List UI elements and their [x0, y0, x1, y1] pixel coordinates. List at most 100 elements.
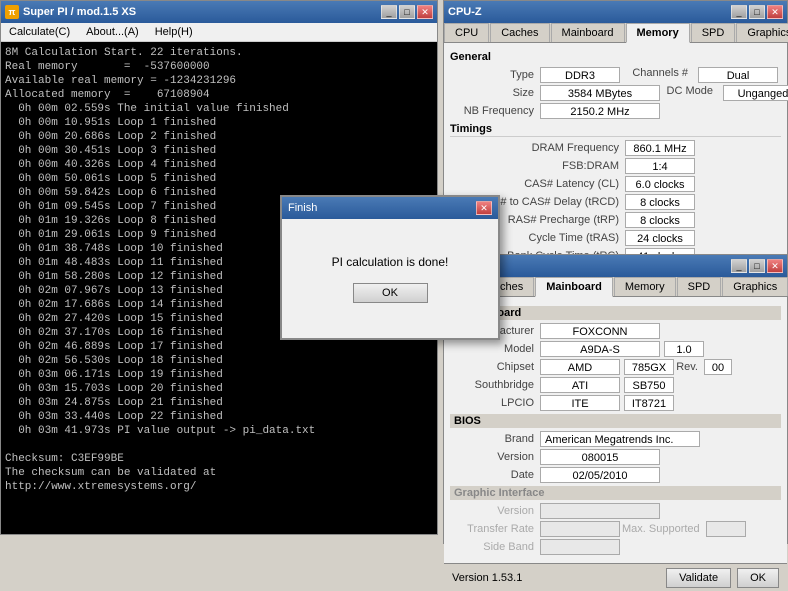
fsb-dram-value: 1:4: [625, 158, 695, 174]
superpi-menubar: Calculate(C) About...(A) Help(H): [1, 23, 437, 42]
minimize-button[interactable]: _: [381, 5, 397, 19]
gi-transfer-value: [540, 521, 620, 537]
cpuz-statusbar: Version 1.53.1 Validate OK: [444, 563, 787, 591]
cycle-time-value: 24 clocks: [625, 230, 695, 246]
gi-transfer-label: Transfer Rate: [450, 523, 540, 535]
gi-version-label: Version: [450, 505, 540, 517]
cpuz-top-titlebar: CPU-Z _ □ ✕: [444, 1, 787, 23]
dram-freq-label: DRAM Frequency: [450, 142, 625, 154]
superpi-controls: _ □ ✕: [381, 5, 433, 19]
tab-cpu[interactable]: CPU: [444, 23, 489, 42]
size-row: Size 3584 MBytes DC Mode Unganged: [450, 85, 781, 101]
type-row: Type DDR3 Channels # Dual: [450, 67, 781, 83]
validate-button[interactable]: Validate: [666, 568, 731, 588]
tab-memory[interactable]: Memory: [626, 23, 690, 43]
gi-sideband-label: Side Band: [450, 541, 540, 553]
gi-max-value: [706, 521, 746, 537]
gi-header: Graphic Interface: [450, 486, 781, 500]
tab-spd[interactable]: SPD: [691, 23, 736, 42]
dialog-close[interactable]: ✕: [476, 201, 492, 215]
size-label: Size: [450, 87, 540, 99]
maximize-button[interactable]: □: [399, 5, 415, 19]
bios-version-label: Version: [450, 451, 540, 463]
timings-header: Timings: [450, 123, 781, 137]
gi-max-label: Max. Supported: [622, 523, 706, 535]
mfr-value: FOXCONN: [540, 323, 660, 339]
bios-date-value: 02/05/2010: [540, 467, 660, 483]
bot-tab-memory[interactable]: Memory: [614, 277, 676, 296]
nb-freq-value: 2150.2 MHz: [540, 103, 660, 119]
gi-version-row: Version: [450, 503, 781, 519]
dram-freq-row: DRAM Frequency 860.1 MHz: [450, 140, 781, 156]
bios-header: BIOS: [450, 414, 781, 428]
gi-version-value: [540, 503, 660, 519]
bios-version-value: 080015: [540, 449, 660, 465]
brand-row: Brand American Megatrends Inc.: [450, 431, 781, 447]
type-value: DDR3: [540, 67, 620, 83]
bot-tab-graphics[interactable]: Graphics: [722, 277, 788, 296]
dialog-titlebar: Finish ✕: [282, 197, 498, 219]
tab-caches[interactable]: Caches: [490, 23, 549, 42]
chipset-v2: 785GX: [624, 359, 674, 375]
cpuz-bot-minimize[interactable]: _: [731, 259, 747, 273]
dialog-ok-button[interactable]: OK: [353, 283, 428, 303]
bios-date-label: Date: [450, 469, 540, 481]
lpcio-v2: IT8721: [624, 395, 674, 411]
superpi-title: Super PI / mod.1.5 XS: [23, 6, 136, 18]
cas-row: CAS# Latency (CL) 6.0 clocks: [450, 176, 781, 192]
dc-mode-value: Unganged: [723, 85, 788, 101]
cpuz-top-minimize[interactable]: _: [731, 5, 747, 19]
tab-graphics[interactable]: Graphics: [736, 23, 788, 42]
chipset-v1: AMD: [540, 359, 620, 375]
chipset-rev-label: Rev.: [676, 361, 704, 373]
lpcio-row: LPCIO ITE IT8721: [450, 395, 781, 411]
channels-label: Channels #: [624, 67, 694, 83]
menu-help[interactable]: Help(H): [151, 25, 197, 39]
ras-cas-value: 8 clocks: [625, 194, 695, 210]
lpcio-label: LPCIO: [450, 397, 540, 409]
tab-mainboard[interactable]: Mainboard: [551, 23, 625, 42]
general-header: General: [450, 51, 781, 63]
sb-label: Southbridge: [450, 379, 540, 391]
nb-freq-row: NB Frequency 2150.2 MHz: [450, 103, 781, 119]
nb-freq-label: NB Frequency: [450, 105, 540, 117]
sb-v1: ATI: [540, 377, 620, 393]
superpi-icon: π: [5, 5, 19, 19]
dialog-body: PI calculation is done! OK: [282, 219, 498, 338]
gi-transfer-row: Transfer Rate Max. Supported: [450, 521, 781, 537]
cpuz-bot-maximize[interactable]: □: [749, 259, 765, 273]
bot-tab-spd[interactable]: SPD: [677, 277, 722, 296]
dialog-message: PI calculation is done!: [332, 255, 449, 269]
finish-dialog: Finish ✕ PI calculation is done! OK: [280, 195, 500, 340]
cpuz-top-title: CPU-Z: [448, 6, 482, 18]
menu-about[interactable]: About...(A): [82, 25, 143, 39]
close-button[interactable]: ✕: [417, 5, 433, 19]
sb-row: Southbridge ATI SB750: [450, 377, 781, 393]
dialog-title: Finish: [288, 202, 317, 214]
fsb-dram-label: FSB:DRAM: [450, 160, 625, 172]
chipset-label: Chipset: [450, 361, 540, 373]
size-pair: 3584 MBytes DC Mode Unganged: [540, 85, 788, 101]
size-value: 3584 MBytes: [540, 85, 660, 101]
brand-value: American Megatrends Inc.: [540, 431, 700, 447]
menu-calculate[interactable]: Calculate(C): [5, 25, 74, 39]
type-label: Type: [450, 69, 540, 81]
bot-tab-mainboard[interactable]: Mainboard: [535, 277, 613, 297]
statusbar-buttons: Validate OK: [666, 568, 779, 588]
ok-button-cpuz[interactable]: OK: [737, 568, 779, 588]
lpcio-v1: ITE: [540, 395, 620, 411]
brand-label: Brand: [450, 433, 540, 445]
cpuz-top-maximize[interactable]: □: [749, 5, 765, 19]
dc-mode-label: DC Mode: [664, 85, 719, 101]
model-value: A9DA-S: [540, 341, 660, 357]
cpuz-top-close[interactable]: ✕: [767, 5, 783, 19]
type-pair: DDR3 Channels # Dual: [540, 67, 778, 83]
model-rev: 1.0: [664, 341, 704, 357]
chipset-row: Chipset AMD 785GX Rev. 00: [450, 359, 781, 375]
superpi-titlebar: π Super PI / mod.1.5 XS _ □ ✕: [1, 1, 437, 23]
cpuz-bot-close[interactable]: ✕: [767, 259, 783, 273]
cas-value: 6.0 clocks: [625, 176, 695, 192]
sb-v2: SB750: [624, 377, 674, 393]
cpuz-top-tabs: CPU Caches Mainboard Memory SPD Graphics…: [444, 23, 787, 43]
cpuz-top-controls: _ □ ✕: [731, 5, 783, 19]
